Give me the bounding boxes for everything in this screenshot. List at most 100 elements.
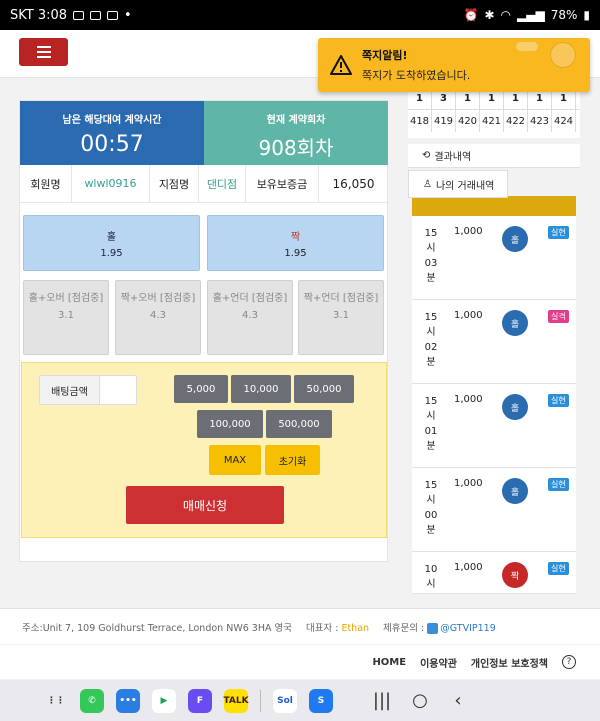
battery-level: 78%	[550, 8, 578, 22]
back-icon[interactable]: ‹	[445, 690, 471, 711]
terms-link[interactable]: 이용약관	[420, 655, 457, 670]
kakaotalk-icon[interactable]: TALK	[223, 688, 249, 713]
round-label: 현재 계약회차	[266, 115, 326, 126]
privacy-link[interactable]: 개인정보 보호정책	[471, 655, 548, 670]
order-amount: 1,000	[454, 310, 483, 321]
amount-500000-button[interactable]: 500,000	[266, 410, 332, 438]
hamburger-menu-button[interactable]	[19, 38, 68, 66]
round-cell: 423	[528, 110, 552, 132]
member-label: 회원명	[20, 164, 72, 203]
timer-box: 남은 해당대여 계약시간 00:57	[20, 101, 204, 165]
bet-name: 짝+언더 [점검중]	[303, 293, 379, 304]
telegram-icon	[427, 622, 439, 634]
order-time: 15시01분	[424, 396, 438, 452]
bet-jjak-under-button[interactable]: 짝+언더 [점검중] 3.1	[298, 280, 384, 355]
sol-icon[interactable]: Sol	[273, 688, 297, 713]
phone-icon[interactable]: ✆	[80, 688, 104, 713]
tab-my-trades[interactable]: ♙ 나의 거래내역	[408, 170, 508, 198]
member-info-row: 회원명 wlwl0916 지점명 댄디점 보유보증금 16,050	[20, 164, 388, 203]
apps-grid-icon[interactable]: ⋮⋮	[44, 688, 68, 713]
order-result-badge: 실격	[548, 310, 569, 323]
bet-jjak-over-button[interactable]: 짝+오버 [점검중] 4.3	[115, 280, 201, 355]
round-cell: 424	[552, 110, 576, 132]
amount-10000-button[interactable]: 10,000	[231, 375, 291, 403]
battery-icon: ▮	[583, 8, 590, 22]
timer-value: 00:57	[80, 132, 144, 157]
branch-label: 지점명	[150, 164, 199, 203]
order-row: 15시02분 1,000 홀 실격	[412, 300, 576, 384]
timer-label: 남은 해당대여 계약시간	[62, 115, 162, 126]
amount-50000-button[interactable]: 50,000	[294, 375, 354, 403]
bet-name: 짝+오버 [점검중]	[120, 293, 196, 304]
submit-trade-button[interactable]: 매매신청	[126, 486, 284, 524]
order-result-badge: 실현	[548, 562, 569, 575]
bet-odds: 1.95	[284, 248, 307, 259]
order-pick-badge: 홀	[502, 226, 528, 252]
bet-name: 짝	[290, 232, 301, 243]
bet-odds: 1.95	[100, 248, 123, 259]
home-link[interactable]: HOME	[372, 657, 406, 668]
bet-odds: 3.1	[333, 310, 349, 321]
avatar[interactable]	[550, 42, 576, 68]
contact: 제휴문의 : @GTVIP119	[383, 622, 496, 634]
member-value: wlwl0916	[72, 164, 150, 203]
max-button[interactable]: MAX	[209, 445, 261, 475]
message-icon	[73, 10, 85, 20]
order-amount: 1,000	[454, 226, 483, 237]
chat-icon[interactable]: •••	[116, 688, 140, 713]
bet-jjak-button[interactable]: 짝 1.95	[207, 215, 384, 271]
order-row: 15시00분 1,000 홀 실현	[412, 468, 576, 552]
notification-message: 쪽지가 도착하였습니다.	[362, 69, 471, 82]
reset-button[interactable]: 초기화	[265, 445, 320, 475]
order-row: 10시 1,000 짝 실현	[412, 552, 576, 594]
menu-icon	[36, 46, 51, 48]
round-row: 418 419 420 421 422 423 424	[408, 110, 580, 132]
status-time: SKT 3:08	[10, 7, 68, 23]
tab-results-label: 결과내역	[434, 152, 472, 163]
order-time: 15시02분	[424, 312, 438, 368]
bet-amount-field[interactable]: 배팅금액	[39, 375, 137, 405]
bet-name: 홀+언더 [점검중]	[212, 293, 288, 304]
history-column: 1 3 1 1 1 1 1 418 419 420 421 422 423 42…	[408, 78, 580, 598]
f-app-icon[interactable]: F	[188, 688, 212, 713]
ceo: 대표자 : Ethan	[305, 622, 370, 634]
tab-results[interactable]: ⟲ 결과내역	[408, 144, 580, 168]
bet-amount-label: 배팅금액	[40, 376, 100, 404]
order-time: 15시00분	[424, 480, 438, 536]
bet-odds: 3.1	[58, 310, 74, 321]
order-pick-badge: 홀	[502, 478, 528, 504]
mail-icon	[90, 10, 102, 20]
branch-value: 댄디점	[199, 164, 246, 203]
order-time: 15시03분	[424, 228, 438, 284]
user-icon: ♙	[423, 178, 432, 190]
footer-links: HOME 이용약관 개인정보 보호정책 ?	[0, 645, 600, 679]
bet-hol-over-button[interactable]: 홀+오버 [점검중] 3.1	[23, 280, 109, 355]
warning-icon	[330, 55, 352, 75]
toss-icon[interactable]: S	[309, 688, 333, 713]
order-row: 15시03분 1,000 홀 실현	[412, 216, 576, 300]
deposit-label: 보유보증금	[246, 164, 319, 203]
amount-5000-button[interactable]: 5,000	[174, 375, 228, 403]
notification-toast[interactable]: 쪽지알림! 쪽지가 도착하였습니다.	[318, 38, 590, 92]
deposit-value: 16,050	[332, 176, 375, 191]
round-cell: 422	[504, 110, 528, 132]
help-icon[interactable]: ?	[562, 655, 576, 669]
amount-100000-button[interactable]: 100,000	[197, 410, 263, 438]
footer-info: 주소:Unit 7, 109 Goldhurst Terrace, London…	[0, 608, 600, 644]
order-pick-badge: 짝	[502, 562, 528, 588]
home-icon[interactable]: ○	[407, 690, 433, 711]
order-pick-badge: 홀	[502, 310, 528, 336]
play-store-icon[interactable]: ▶	[152, 688, 176, 713]
notification-title: 쪽지알림!	[362, 49, 408, 62]
recent-apps-icon[interactable]: |||	[369, 690, 395, 711]
bet-hol-under-button[interactable]: 홀+언더 [점검중] 4.3	[207, 280, 293, 355]
alarm-icon: ⏰	[463, 8, 479, 22]
contact-link[interactable]: @GTVIP119	[440, 623, 496, 634]
order-result-badge: 실현	[548, 226, 569, 239]
bet-hol-button[interactable]: 홀 1.95	[23, 215, 200, 271]
round-cell: 421	[480, 110, 504, 132]
bet-odds: 4.3	[242, 310, 258, 321]
order-amount: 1,000	[454, 562, 483, 573]
dot-icon: •	[124, 7, 132, 23]
order-amount: 1,000	[454, 394, 483, 405]
